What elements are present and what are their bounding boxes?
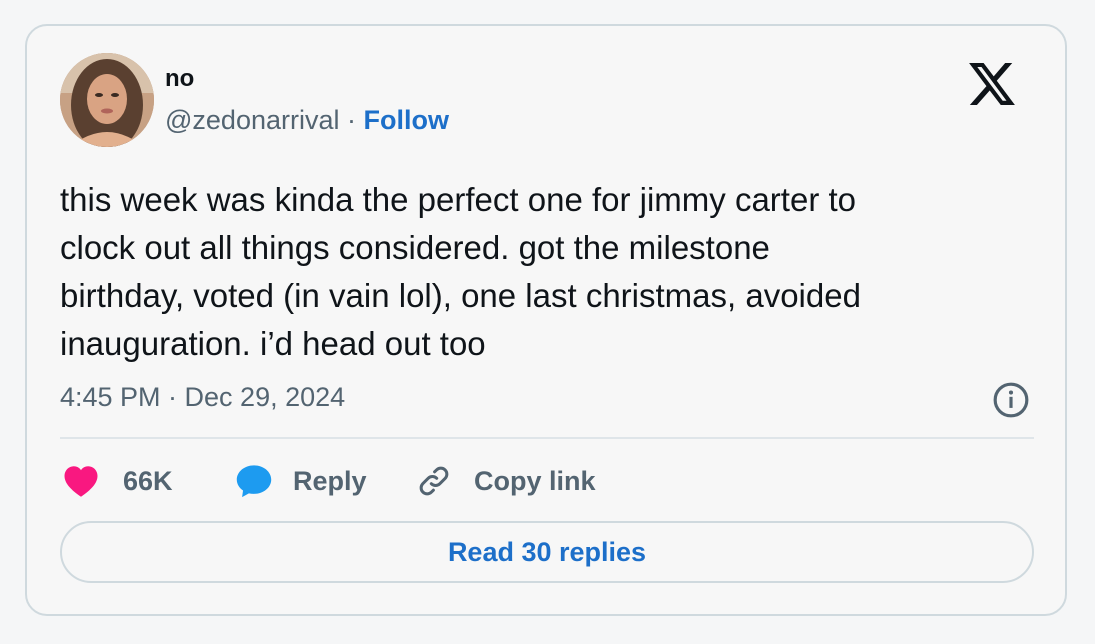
divider bbox=[60, 437, 1034, 439]
like-count: 66K bbox=[123, 465, 173, 496]
handle-separator: · bbox=[339, 105, 364, 135]
avatar-photo bbox=[60, 53, 154, 147]
info-icon[interactable] bbox=[992, 381, 1030, 419]
like-button[interactable]: 66K bbox=[63, 458, 173, 504]
reply-label: Reply bbox=[293, 465, 367, 496]
read-replies-button[interactable]: Read 30 replies bbox=[60, 521, 1034, 583]
avatar[interactable] bbox=[60, 53, 154, 147]
tweet-card: no @zedonarrival · Follow this week was … bbox=[25, 24, 1067, 616]
handle-row: @zedonarrival · Follow bbox=[165, 105, 449, 136]
tweet-text: this week was kinda the perfect one for … bbox=[60, 181, 861, 362]
speech-bubble-icon bbox=[236, 465, 272, 498]
heart-icon bbox=[64, 466, 98, 497]
follow-link[interactable]: Follow bbox=[364, 105, 449, 135]
user-handle[interactable]: @zedonarrival bbox=[165, 105, 340, 135]
link-icon bbox=[419, 466, 449, 496]
x-logo-icon[interactable] bbox=[969, 63, 1015, 105]
copy-link-button[interactable]: Copy link bbox=[416, 458, 596, 504]
copy-link-label: Copy link bbox=[474, 465, 596, 496]
tweet-timestamp[interactable]: 4:45 PM · Dec 29, 2024 bbox=[60, 382, 345, 413]
display-name[interactable]: no bbox=[165, 65, 194, 93]
reply-button[interactable]: Reply bbox=[235, 458, 367, 504]
